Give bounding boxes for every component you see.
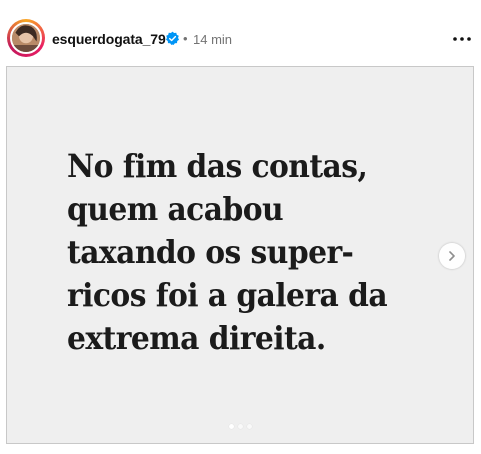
chevron-right-icon bbox=[449, 251, 455, 261]
media-text-line: extrema direita. bbox=[67, 319, 326, 357]
avatar-photo-icon bbox=[12, 24, 40, 52]
post-media[interactable]: No fim das contas, quem acabou taxando o… bbox=[6, 66, 474, 444]
carousel-next-button[interactable] bbox=[439, 243, 465, 269]
carousel-dot bbox=[237, 424, 243, 429]
username[interactable]: esquerdogata_79 bbox=[52, 30, 166, 48]
verified-badge-icon bbox=[166, 31, 179, 45]
post-timestamp[interactable]: 14 min bbox=[193, 31, 232, 49]
avatar[interactable] bbox=[10, 22, 42, 54]
post-header: esquerdogata_79 • 14 min bbox=[0, 0, 481, 66]
media-text-line: quem acabou bbox=[67, 190, 284, 228]
media-text-line: No fim das contas, bbox=[67, 147, 368, 185]
media-text-line: ricos foi a galera da bbox=[67, 276, 388, 314]
instagram-post: esquerdogata_79 • 14 min No fim das cont… bbox=[0, 0, 481, 454]
carousel-indicator bbox=[7, 424, 473, 429]
story-ring[interactable] bbox=[7, 19, 45, 57]
media-text-line: taxando os super- bbox=[67, 233, 354, 271]
separator-dot: • bbox=[183, 31, 188, 46]
carousel-dot-active bbox=[228, 424, 234, 429]
media-text: No fim das contas, quem acabou taxando o… bbox=[67, 145, 420, 360]
carousel-dot bbox=[246, 424, 252, 429]
more-options-icon[interactable] bbox=[452, 34, 472, 44]
